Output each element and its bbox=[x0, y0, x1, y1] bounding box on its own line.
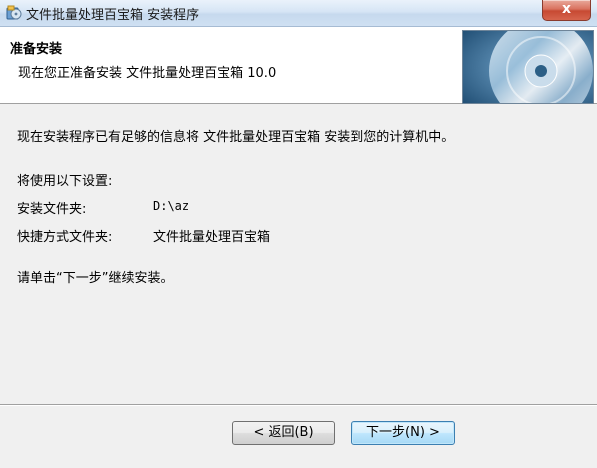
title-bar[interactable]: 文件批量处理百宝箱 安装程序 x bbox=[0, 0, 597, 27]
wizard-content: 现在安装程序已有足够的信息将 文件批量处理百宝箱 安装到您的计算机中。 将使用以… bbox=[0, 104, 597, 404]
shortcut-folder-label: 快捷方式文件夹: bbox=[17, 230, 113, 245]
install-folder-value: D:\az bbox=[153, 199, 190, 213]
close-button[interactable]: x bbox=[542, 0, 591, 21]
shortcut-folder-value: 文件批量处理百宝箱 bbox=[153, 230, 271, 245]
footer-divider bbox=[0, 404, 597, 406]
page-title: 准备安装 bbox=[10, 42, 63, 57]
window-title: 文件批量处理百宝箱 安装程序 bbox=[26, 8, 200, 23]
page-subtitle: 现在您正准备安装 文件批量处理百宝箱 10.0 bbox=[18, 66, 277, 81]
instruction-text: 请单击“下一步”继续安装。 bbox=[17, 271, 174, 286]
back-button[interactable]: < 返回(B) bbox=[232, 421, 335, 445]
next-button[interactable]: 下一步(N) > bbox=[351, 421, 455, 445]
intro-text: 现在安装程序已有足够的信息将 文件批量处理百宝箱 安装到您的计算机中。 bbox=[17, 130, 455, 145]
install-folder-label: 安装文件夹: bbox=[17, 202, 87, 217]
settings-heading: 将使用以下设置: bbox=[17, 174, 113, 189]
cd-disc-image bbox=[462, 30, 594, 104]
installer-app-icon bbox=[6, 5, 22, 21]
wizard-header: 准备安装 现在您正准备安装 文件批量处理百宝箱 10.0 bbox=[0, 27, 597, 104]
close-icon: x bbox=[561, 1, 572, 17]
